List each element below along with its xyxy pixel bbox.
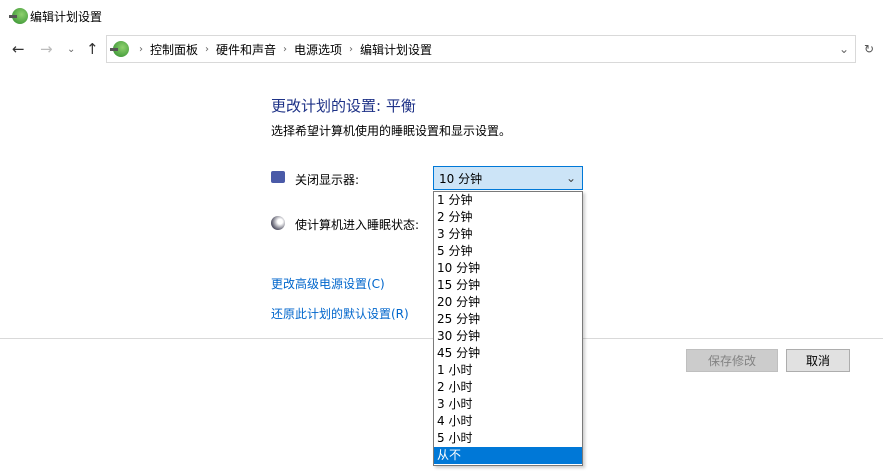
page-title: 更改计划的设置: 平衡 — [271, 97, 416, 115]
breadcrumb-power-options[interactable]: 电源选项 — [294, 41, 342, 58]
page-subtitle: 选择希望计算机使用的睡眠设置和显示设置。 — [271, 124, 512, 138]
dropdown-option[interactable]: 1 小时 — [434, 362, 582, 379]
save-button[interactable]: 保存修改 — [686, 349, 778, 372]
cancel-button[interactable]: 取消 — [786, 349, 850, 372]
display-off-value: 10 分钟 — [439, 171, 483, 186]
chevron-right-icon: › — [139, 43, 143, 55]
dropdown-option[interactable]: 30 分钟 — [434, 328, 582, 345]
address-dropdown-icon[interactable]: ⌄ — [839, 42, 849, 56]
dropdown-option[interactable]: 5 分钟 — [434, 243, 582, 260]
dropdown-option[interactable]: 15 分钟 — [434, 277, 582, 294]
chevron-right-icon: › — [349, 43, 354, 55]
monitor-icon — [271, 171, 285, 183]
forward-button[interactable]: → — [40, 40, 53, 58]
sleep-icon — [271, 216, 285, 230]
dropdown-option[interactable]: 45 分钟 — [434, 345, 582, 362]
dropdown-option[interactable]: 3 小时 — [434, 396, 582, 413]
power-options-icon — [9, 8, 28, 24]
dropdown-option[interactable]: 4 小时 — [434, 413, 582, 430]
display-off-dropdown-list[interactable]: 1 分钟 2 分钟 3 分钟 5 分钟 10 分钟 15 分钟 20 分钟 25 分钟 30 分… — [433, 191, 583, 466]
title-bar: 编辑计划设置 — [0, 0, 883, 32]
control-panel-icon — [110, 41, 129, 57]
dropdown-option[interactable]: 从不 — [434, 447, 582, 464]
recent-dropdown-icon[interactable]: ⌄ — [67, 44, 75, 55]
up-button[interactable]: ↑ — [86, 40, 99, 58]
advanced-settings-link[interactable]: 更改高级电源设置(C) — [271, 275, 385, 292]
back-button[interactable]: ← — [12, 40, 25, 58]
dropdown-option[interactable]: 1 分钟 — [434, 192, 582, 209]
dropdown-option[interactable]: 3 分钟 — [434, 226, 582, 243]
dropdown-option[interactable]: 2 分钟 — [434, 209, 582, 226]
dropdown-option[interactable]: 25 分钟 — [434, 311, 582, 328]
dropdown-option[interactable]: 10 分钟 — [434, 260, 582, 277]
breadcrumb-control-panel[interactable]: 控制面板 — [150, 41, 198, 58]
breadcrumb-hardware-sound[interactable]: 硬件和声音 — [216, 41, 276, 58]
display-off-select[interactable]: 10 分钟 ⌄ — [433, 166, 583, 190]
chevron-down-icon: ⌄ — [565, 171, 576, 185]
chevron-right-icon: › — [205, 43, 210, 55]
dropdown-option[interactable]: 2 小时 — [434, 379, 582, 396]
dropdown-option[interactable]: 5 小时 — [434, 430, 582, 447]
breadcrumb-edit-plan[interactable]: 编辑计划设置 — [360, 41, 432, 58]
sleep-label: 使计算机进入睡眠状态: — [295, 218, 420, 232]
chevron-right-icon: › — [283, 43, 288, 55]
display-off-label: 关闭显示器: — [295, 173, 360, 187]
refresh-icon[interactable]: ↻ — [864, 42, 874, 56]
window-title: 编辑计划设置 — [30, 10, 103, 24]
address-bar[interactable]: › 控制面板 › 硬件和声音 › 电源选项 › 编辑计划设置 ⌄ — [106, 35, 856, 63]
dropdown-option[interactable]: 20 分钟 — [434, 294, 582, 311]
restore-defaults-link[interactable]: 还原此计划的默认设置(R) — [271, 305, 409, 322]
